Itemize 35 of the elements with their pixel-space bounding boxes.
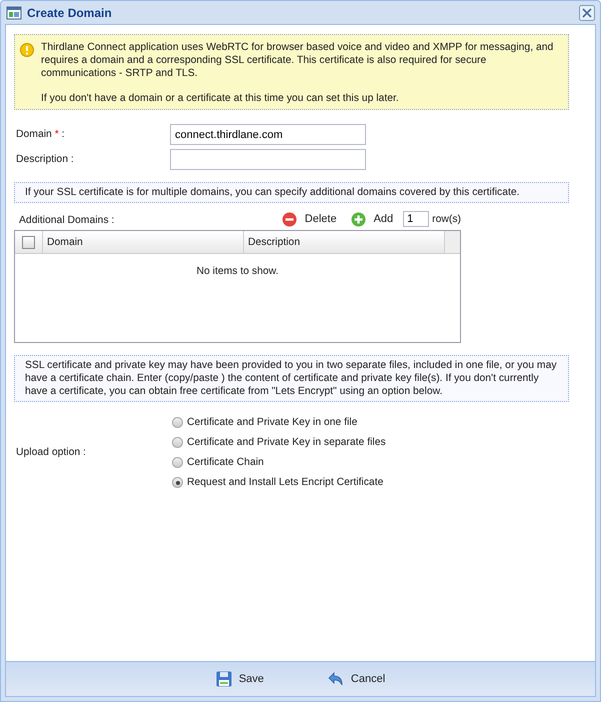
window-icon — [6, 4, 22, 20]
field-label: Domain * : — [15, 129, 66, 140]
field-label: Upload option : — [15, 447, 87, 458]
notice-text: If you don't have a domain or a certificate at this time you can set this up later. — [41, 92, 400, 105]
empty-message: No items to show. — [196, 266, 278, 279]
radio-button[interactable] — [172, 417, 183, 428]
notice-text: Thirdlane Connect application uses WebRTC for browser based voice and video and XMPP for messaging, and requires a domain and a corresponding SSL certificate. This certificate is also required for secure communications - SRTP and TLS. — [41, 41, 554, 80]
info-note: SSL certificate and private key may have been provided to you in two separate files, included in one file, or you may have a certificate chain. Enter (copy/paste ) the content of certificate and private key file(s). If you don't currently have a certificate, you can obtain free certificate from "Lets Encrypt" using an option below. — [14, 355, 569, 402]
warning-icon — [20, 43, 34, 57]
info-note: If your SSL certificate is for multiple domains, you can specify additional domains covered by this certificate. — [14, 182, 569, 203]
delete-button[interactable]: Delete — [278, 212, 341, 226]
plus-icon — [350, 212, 366, 226]
radio-button[interactable] — [172, 457, 183, 468]
add-button[interactable]: Add — [346, 212, 398, 226]
field-label: Additional Domains : — [18, 215, 116, 227]
radio-button[interactable] — [172, 437, 183, 448]
field-label: Description : — [15, 154, 75, 165]
radio-option[interactable]: Certificate and Private Key in separate files — [172, 437, 386, 448]
save-button[interactable]: Save — [212, 669, 268, 689]
radio-option[interactable]: Certificate Chain — [172, 457, 386, 468]
close-button[interactable] — [579, 4, 595, 20]
radio-option[interactable]: Request and Install Lets Encript Certificate — [172, 477, 386, 488]
row-count-field[interactable]: 1 — [403, 211, 430, 227]
cancel-button[interactable]: Cancel — [324, 669, 390, 689]
select-all-checkbox[interactable] — [22, 236, 35, 248]
text-field[interactable]: connect.thirdlane.com — [170, 124, 366, 145]
header-spacer — [445, 231, 460, 253]
column-header[interactable]: Domain — [43, 231, 244, 253]
row-count-label: row(s) — [432, 214, 461, 224]
radio-button[interactable] — [172, 477, 183, 488]
window-title: Create Domain — [27, 6, 113, 20]
undo-arrow-icon — [328, 671, 344, 687]
radio-option[interactable]: Certificate and Private Key in one file — [172, 417, 386, 428]
minus-icon — [282, 212, 297, 226]
text-field[interactable] — [170, 149, 366, 170]
